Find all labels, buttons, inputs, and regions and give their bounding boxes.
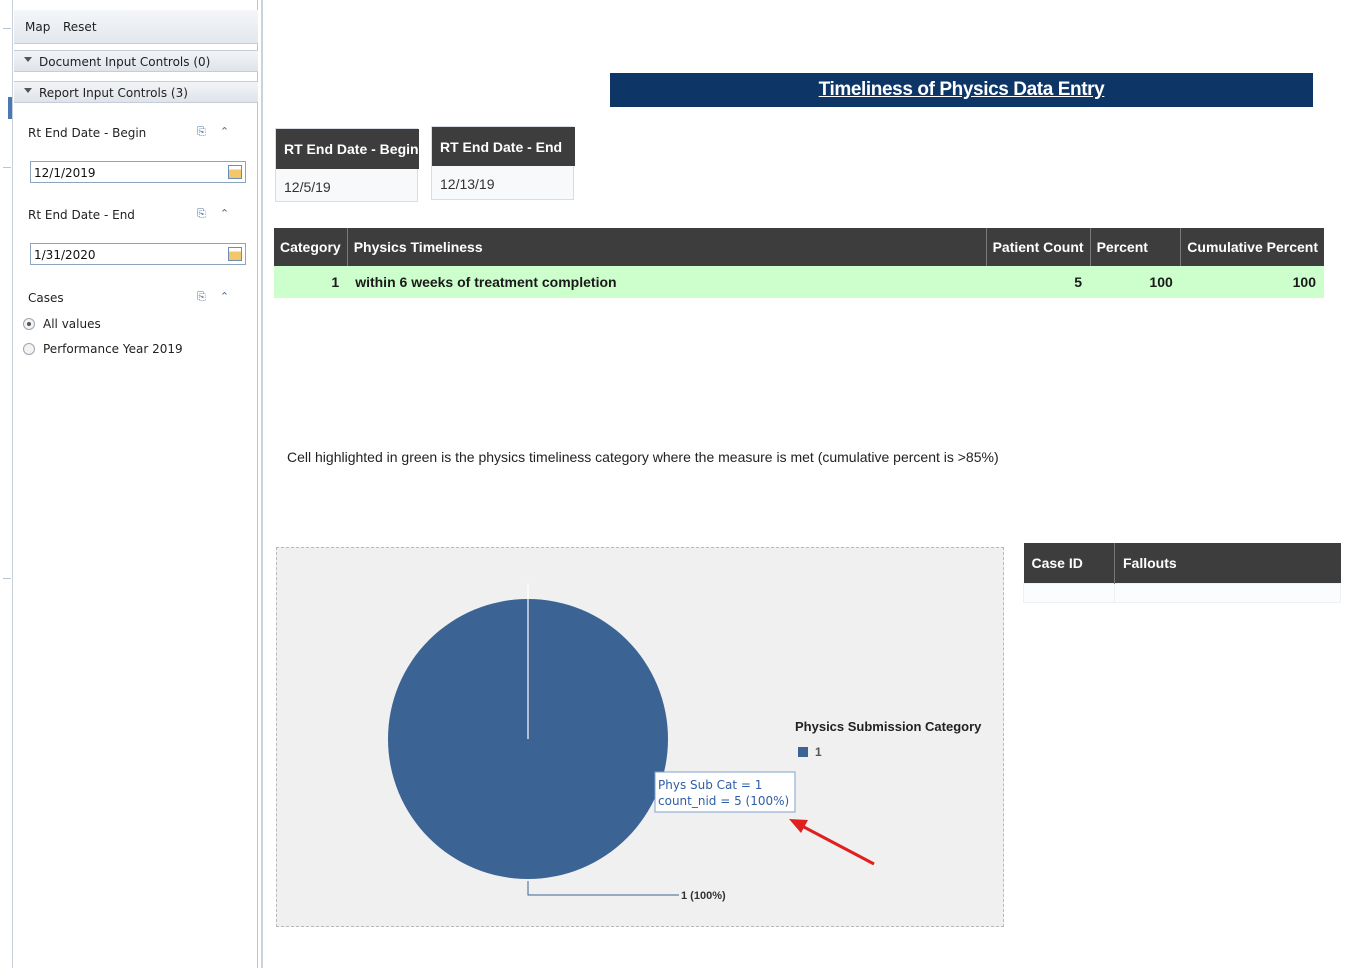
param-header-begin: RT End Date - Begin (276, 129, 419, 169)
calendar-icon[interactable] (228, 165, 242, 179)
radio-all-values[interactable]: All values (23, 317, 101, 331)
param-value-end: 12/13/19 (440, 176, 495, 192)
report-title[interactable]: Timeliness of Physics Data Entry (610, 79, 1313, 101)
radio-unselected-icon (23, 343, 35, 355)
collapse-up-icon[interactable]: ⌃ (220, 207, 243, 220)
edge-tick (3, 28, 11, 29)
cell-category: 1 (274, 266, 348, 298)
col-physics-timeliness: Physics Timeliness (347, 228, 987, 266)
slice-label: 1 (100%) (681, 890, 726, 902)
col-case-id: Case ID (1023, 543, 1115, 583)
radio-label: Performance Year 2019 (43, 342, 183, 356)
fallouts-table: Case ID Fallouts (1023, 543, 1341, 603)
table-row: 1 within 6 weeks of treatment completion… (274, 266, 1324, 298)
panel-menubar: Map Reset (14, 10, 258, 44)
col-fallouts: Fallouts (1114, 543, 1341, 583)
physics-timeliness-table: Category Physics Timeliness Patient Coun… (274, 228, 1324, 298)
annotation-arrow-shaft (801, 824, 875, 866)
report-input-controls-header[interactable]: Report Input Controls (3) (14, 81, 258, 103)
input-controls-panel: Map Reset Document Input Controls (0) Re… (14, 0, 258, 968)
left-edge-strip (0, 0, 13, 968)
footnote-text: Cell highlighted in green is the physics… (287, 449, 999, 465)
control-actions: ⎘⌃ (197, 207, 243, 221)
empty-cell (1114, 582, 1341, 603)
report-title-bar: Timeliness of Physics Data Entry (610, 73, 1313, 107)
col-percent: Percent (1090, 228, 1182, 266)
col-category: Category (274, 228, 348, 266)
edge-tick (3, 167, 11, 168)
cell-cumulative-percent: 100 (1180, 266, 1324, 298)
tooltip-count: count_nid = 5 (658, 794, 742, 808)
panel-splitter[interactable] (261, 0, 263, 968)
rt-end-date-begin-value: 12/1/2019 (34, 166, 96, 180)
filter-icon[interactable]: ⎘ (197, 125, 220, 138)
cell-percent: 100 (1090, 266, 1181, 298)
tooltip-line-1: Phys Sub Cat = 1 (658, 778, 762, 792)
param-header-end: RT End Date - End (432, 127, 575, 166)
legend-swatch[interactable] (798, 747, 808, 757)
rt-end-date-end-value: 1/31/2020 (34, 248, 96, 262)
table-header-row: Category Physics Timeliness Patient Coun… (274, 228, 1324, 266)
rt-end-date-end-label: Rt End Date - End (28, 208, 135, 222)
fallouts-header-row: Case ID Fallouts (1023, 543, 1341, 583)
cell-patient-count: 5 (986, 266, 1091, 298)
reset-button[interactable]: Reset (63, 20, 97, 34)
calendar-icon[interactable] (228, 247, 242, 261)
pie-chart-frame: 1 (100%) Physics Submission Category 1 P… (276, 547, 1004, 927)
radio-performance-year-2019[interactable]: Performance Year 2019 (23, 342, 183, 356)
edge-tick (3, 578, 11, 579)
param-box-end: RT End Date - End 12/13/19 (431, 126, 575, 200)
pie-chart-svg: 1 (100%) Physics Submission Category 1 P… (388, 583, 982, 902)
document-input-controls-header[interactable]: Document Input Controls (0) (14, 50, 258, 72)
document-input-controls-label: Document Input Controls (0) (39, 55, 211, 69)
filter-icon[interactable]: ⎘ (197, 207, 220, 220)
tooltip-line-2: count_nid = 5 (100%) (658, 794, 789, 808)
rt-end-date-begin-input[interactable]: 12/1/2019 (30, 161, 246, 183)
col-patient-count: Patient Count (986, 228, 1091, 266)
map-button[interactable]: Map (25, 20, 50, 34)
radio-selected-icon (23, 318, 35, 330)
table-row (1023, 582, 1341, 603)
cell-physics-timeliness: within 6 weeks of treatment completion (347, 266, 987, 298)
control-actions: ⎘⌃ (197, 290, 243, 304)
collapse-up-icon[interactable]: ⌃ (220, 125, 243, 138)
control-actions: ⎘⌃ (197, 125, 243, 139)
filter-icon[interactable]: ⎘ (197, 290, 220, 303)
collapse-triangle-icon (24, 88, 32, 93)
rt-end-date-begin-label: Rt End Date - Begin (28, 126, 147, 140)
rt-end-date-end-input[interactable]: 1/31/2020 (30, 243, 246, 265)
slice-label-leader (527, 881, 679, 896)
col-cumulative-percent: Cumulative Percent (1180, 228, 1324, 266)
tooltip-percent: (100%) (742, 794, 789, 808)
report-input-controls-label: Report Input Controls (3) (39, 86, 188, 100)
radio-label: All values (43, 317, 101, 331)
cases-label: Cases (28, 291, 64, 305)
legend-title: Physics Submission Category (795, 719, 982, 734)
collapse-up-icon[interactable]: ⌃ (220, 290, 243, 303)
collapse-triangle-icon (24, 57, 32, 62)
empty-cell (1023, 582, 1115, 603)
param-box-begin: RT End Date - Begin 12/5/19 (275, 128, 419, 202)
legend-item-label[interactable]: 1 (815, 745, 822, 759)
edge-active-marker (8, 97, 12, 119)
param-value-begin: 12/5/19 (284, 179, 331, 195)
